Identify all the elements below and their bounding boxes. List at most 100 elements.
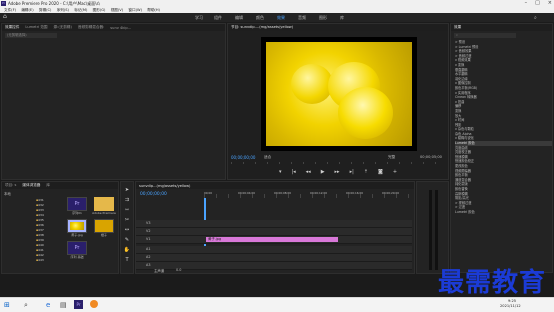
audio-meters	[416, 181, 449, 274]
effects-tree: > 预设 > Lumetri 预设 > 音频效果 > 音频过渡 v 视频效果 v 变换 …	[451, 40, 552, 215]
folder-name: 433	[38, 208, 44, 212]
program-timecode[interactable]: 00;00;00;00	[231, 155, 255, 160]
search-icon[interactable]: ⌕	[534, 15, 537, 21]
effects-search-input[interactable]: ⌕	[454, 33, 516, 38]
image-thumb[interactable]	[94, 219, 114, 233]
maximize-icon[interactable]: □	[535, 0, 540, 6]
premiere-taskbar-icon[interactable]: Pr	[74, 300, 83, 309]
track-label: A2	[146, 255, 151, 259]
timeline-timecode[interactable]: 00;00;00;00	[140, 192, 167, 197]
workspace-color[interactable]: 颜色	[256, 15, 264, 21]
minimize-icon[interactable]: –	[525, 0, 528, 6]
ruler-label: 00;00	[204, 191, 213, 195]
master-value[interactable]: 0.0	[176, 268, 181, 272]
effects-panel-title: 效果	[454, 25, 462, 29]
windows-start-icon[interactable]: ⊞	[4, 301, 10, 309]
track-label: A3	[146, 263, 151, 267]
workspace-learn[interactable]: 学习	[195, 15, 203, 21]
folder-item[interactable]: ▪443	[36, 258, 54, 263]
workspace-bar: ⌂ 学习 组件 编辑 颜色 效果 音频 图形 库 ⌕	[0, 13, 554, 22]
edge-icon[interactable]: e	[46, 301, 50, 309]
timeline-clip[interactable]: 黄子.jpg	[206, 237, 338, 242]
workspace-audio[interactable]: 音频	[298, 15, 306, 21]
pen-icon[interactable]: ✎	[125, 237, 129, 243]
effects-panel: 效果 ⌕ > 预设 > Lumetri 预设 > 音频效果 > 音频过渡 v 视频效果 …	[450, 23, 553, 273]
tab-libraries[interactable]: 库	[46, 183, 50, 188]
workspace-effects[interactable]: 效果	[277, 15, 285, 21]
folder-icon[interactable]	[94, 197, 114, 211]
folder-name: 440	[38, 243, 44, 247]
drive-label[interactable]: 本地	[4, 191, 11, 196]
quality-dropdown[interactable]: 完整	[388, 155, 395, 160]
track-v3[interactable]: V3	[136, 220, 412, 228]
folder-name: 443	[38, 258, 44, 262]
explorer-icon[interactable]: ▤	[60, 301, 67, 309]
ruler-label: 00;00;20;00	[382, 191, 400, 195]
clip-select-field[interactable]: (无剪辑选择)	[5, 33, 57, 38]
tab-program[interactable]: 节目: sunvdip....(mg/assets/yellow)	[231, 25, 293, 30]
type-icon[interactable]: T	[125, 257, 128, 263]
home-icon[interactable]: ⌂	[3, 14, 9, 20]
ripple-icon[interactable]: ⇿	[125, 207, 129, 213]
clock-date: 2021/11/12	[500, 304, 521, 308]
hand-icon[interactable]: ✋	[124, 247, 130, 253]
folder-name: 432	[38, 203, 44, 207]
selection-icon[interactable]: ➤	[125, 187, 129, 193]
track-a2[interactable]: A2	[136, 254, 412, 262]
workspace-libraries[interactable]: 库	[340, 15, 344, 21]
tab-effect-controls[interactable]: 效果控件	[5, 25, 19, 30]
premiere-icon[interactable]: Pr	[67, 241, 87, 255]
folder-name: 435	[38, 218, 44, 222]
settings-icon[interactable]: +	[393, 169, 397, 175]
premiere-icon[interactable]: Pr	[67, 197, 87, 211]
media-name: 黄子.jpg	[71, 233, 83, 237]
workspace-edit[interactable]: 编辑	[235, 15, 243, 21]
track-label: V2	[146, 229, 151, 233]
track-a1[interactable]: A1	[136, 246, 412, 254]
tab-audio-mixer[interactable]: 音频剪辑混合器:	[78, 25, 104, 30]
fit-dropdown[interactable]: 适合	[264, 155, 271, 160]
folder-name: 441	[38, 248, 44, 252]
project-panel: 项目: s 媒体浏览器 库 本地 ▪431 ▪432 ▪433 ▪434 ▪435 ▪43…	[1, 181, 119, 274]
step-back-icon[interactable]: |◂	[291, 169, 295, 175]
play-icon[interactable]: ▶	[321, 169, 325, 175]
app-taskbar-icon[interactable]	[90, 300, 98, 308]
close-icon[interactable]: ×	[548, 0, 552, 6]
razor-icon[interactable]: ✂	[125, 217, 129, 223]
workspace-graphics[interactable]: 图形	[319, 15, 327, 21]
timeline-panel: sunvdip...(mg/assets/yellow) 00;00;00;00…	[135, 181, 415, 274]
workspace-assembly[interactable]: 组件	[214, 15, 222, 21]
export-frame-icon[interactable]: ◙	[378, 169, 383, 175]
media-name: 序列01	[72, 211, 82, 215]
search-icon[interactable]: ⌕	[24, 301, 28, 310]
track-label: V1	[146, 237, 151, 241]
timeline-ruler[interactable]	[204, 194, 412, 198]
program-duration: 00;00;05;00	[420, 155, 442, 159]
folder-name: 437	[38, 228, 44, 232]
tab-source[interactable]: 源:(无剪辑)	[54, 25, 72, 30]
track-v2[interactable]: V2	[136, 228, 412, 236]
folder-name: 436	[38, 223, 44, 227]
tab-timeline-sequence[interactable]: sunvdip...(mg/assets/yellow)	[139, 184, 190, 188]
prev-edit-icon[interactable]: ◂◂	[306, 169, 311, 175]
effects-tree-item[interactable]: Lumetri 颜色	[455, 210, 552, 215]
track-select-icon[interactable]: ⇉	[125, 197, 129, 203]
folder-name: 442	[38, 253, 44, 257]
program-ruler[interactable]	[231, 162, 445, 164]
next-edit-icon[interactable]: ▸▸	[335, 169, 340, 175]
tab-sequence[interactable]: sunv 4kip...	[110, 26, 131, 30]
image-thumb[interactable]	[67, 219, 87, 233]
ruler-label: 00;00;08;00	[274, 191, 292, 195]
track-label: V3	[146, 221, 151, 225]
slip-icon[interactable]: ↔	[125, 227, 129, 233]
tab-lumetri-scopes[interactable]: Lumetri 范围	[25, 25, 47, 30]
step-forward-icon[interactable]: ▸|	[350, 169, 354, 175]
tab-media-browser[interactable]: 媒体浏览器	[22, 183, 40, 188]
tab-project[interactable]: 项目: s	[5, 183, 16, 188]
video-frame	[261, 37, 417, 151]
master-label: 主声道	[154, 269, 165, 273]
marker-icon[interactable]: ▾	[279, 169, 282, 175]
lift-icon[interactable]: ⇡	[364, 169, 368, 175]
folder-tree: ▪431 ▪432 ▪433 ▪434 ▪435 ▪436 ▪437 ▪438 ▪439 ▪440…	[36, 198, 54, 263]
track-label: A1	[146, 247, 151, 251]
